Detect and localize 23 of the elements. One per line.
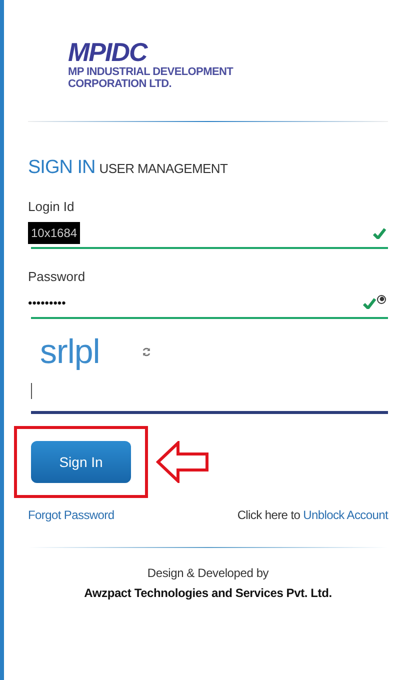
field-label: Login Id [28, 199, 76, 214]
check-icon [363, 298, 376, 308]
password-field[interactable]: ••••••••• [31, 289, 388, 319]
unblock-account-link[interactable]: Unblock Account [303, 508, 388, 522]
logo-text: MP INDUSTRIAL DEVELOPMENT [68, 66, 234, 78]
footer-text: Design & Developed by [147, 566, 269, 580]
sign-in-button[interactable]: Sign In [31, 441, 131, 483]
login-id-field[interactable]: 10x1684 [31, 219, 388, 249]
field-value: ••••••••• [28, 296, 66, 310]
heading-subtitle: USER MANAGEMENT [99, 161, 228, 176]
logo-mark: MPIDC [68, 38, 147, 66]
check-icon [373, 228, 386, 238]
logo-text: CORPORATION LTD. [68, 78, 172, 90]
captcha-text: srlpl [40, 333, 100, 371]
eye-icon[interactable] [377, 294, 386, 304]
company-name: Awzpact Technologies and Services Pvt. Ltd. [84, 586, 332, 600]
field-label: Password [28, 269, 86, 284]
arrow-icon [156, 441, 210, 483]
redacted-value: 10x1684 [28, 222, 80, 244]
sign-in-heading: SIGN IN [28, 157, 96, 179]
forgot-password-link[interactable]: Forgot Password [28, 508, 114, 522]
refresh-icon[interactable] [142, 347, 151, 357]
unblock-prompt: Click here to [237, 508, 300, 522]
